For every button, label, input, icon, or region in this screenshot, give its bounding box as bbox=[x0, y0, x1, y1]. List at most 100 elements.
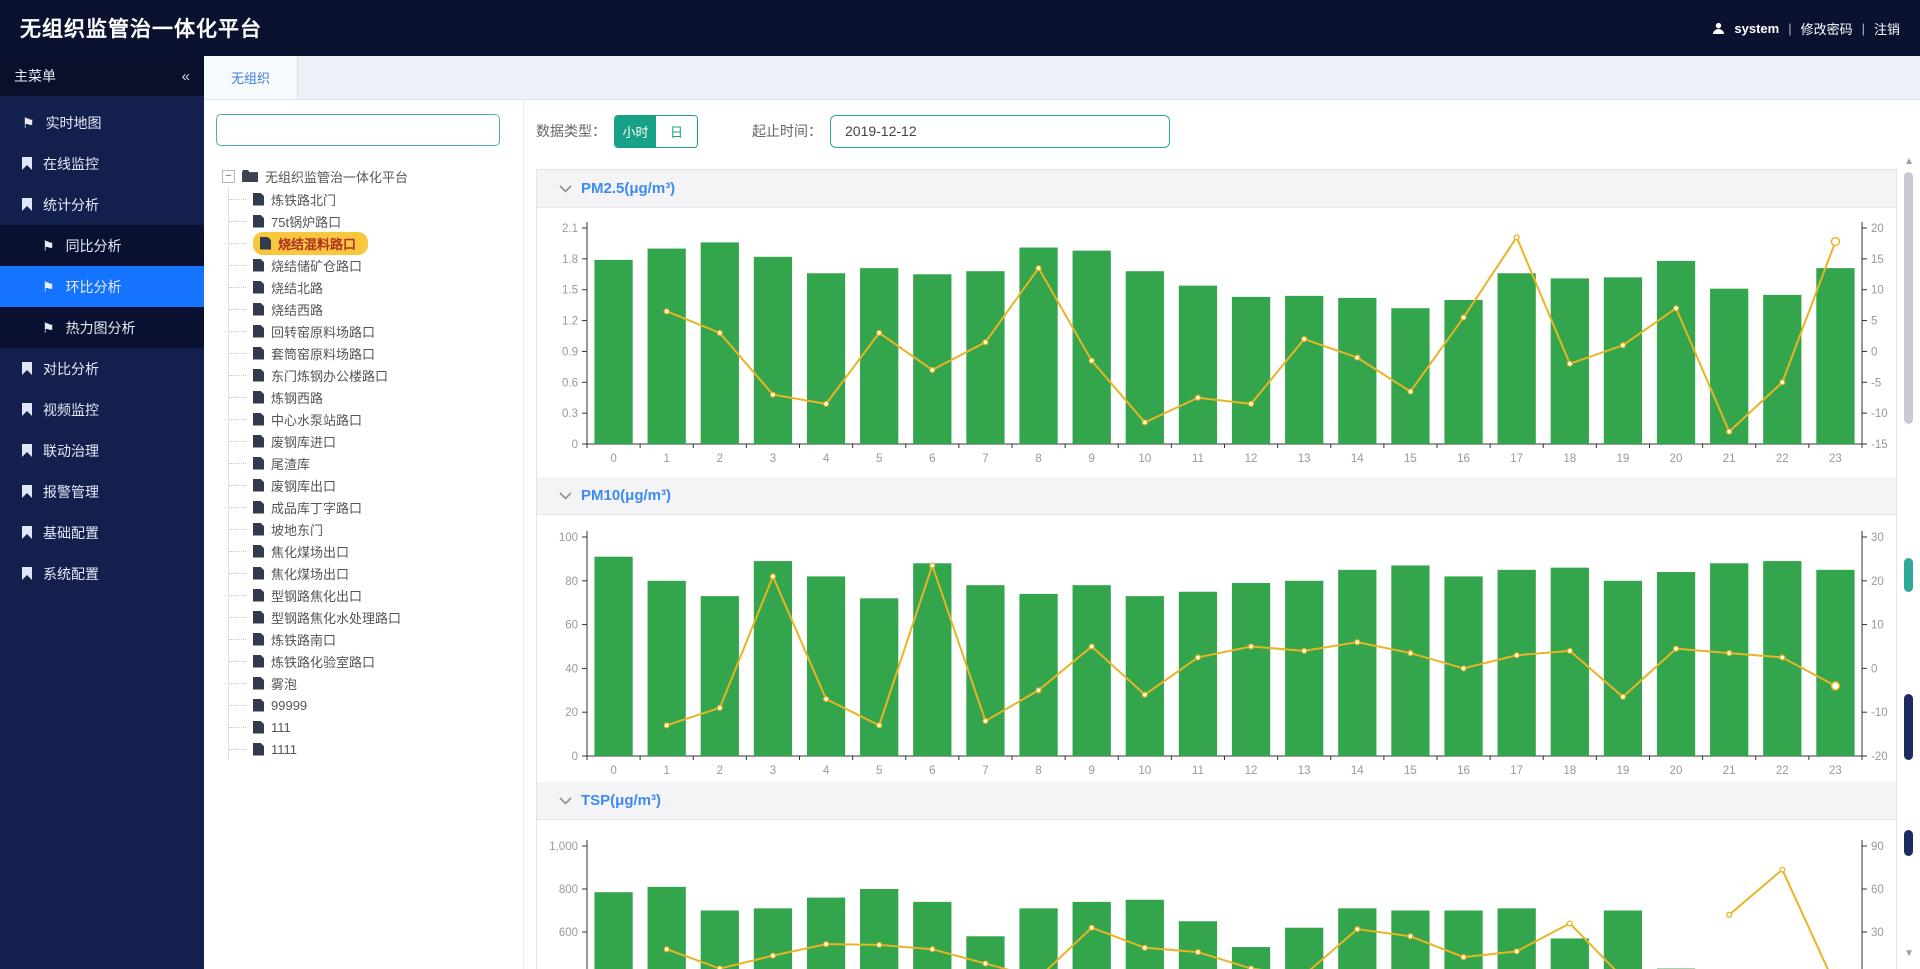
charts-card: PM2.5(μg/m³)2.11.81.51.20.90.60.30201510… bbox=[536, 169, 1897, 969]
chart-title: TSP(μg/m³) bbox=[581, 792, 661, 809]
tree-item-label: 中心水泵站路口 bbox=[271, 410, 362, 429]
tree-item[interactable]: 炼钢西路 bbox=[229, 386, 513, 408]
collapse-node-icon[interactable]: − bbox=[222, 170, 235, 183]
tree-item-selected[interactable]: 烧结混料路口 bbox=[229, 232, 513, 254]
scrollbar-thumb[interactable] bbox=[1904, 172, 1913, 424]
svg-text:13: 13 bbox=[1298, 453, 1311, 465]
svg-text:2: 2 bbox=[717, 765, 723, 777]
chevron-down-icon[interactable] bbox=[559, 792, 572, 810]
date-picker-input[interactable] bbox=[830, 115, 1170, 148]
tree-item[interactable]: 废钢库出口 bbox=[229, 474, 513, 496]
pin-icon bbox=[22, 198, 32, 211]
chart-title: PM10(μg/m³) bbox=[581, 487, 671, 504]
tree-item[interactable]: 回转窑原料场路口 bbox=[229, 320, 513, 342]
sidebar-item-label: 统计分析 bbox=[43, 195, 99, 215]
scroll-down-icon[interactable]: ▼ bbox=[1904, 948, 1914, 959]
tree-item-label: 成品库丁字路口 bbox=[271, 498, 362, 517]
svg-text:17: 17 bbox=[1510, 453, 1523, 465]
sidebar-item[interactable]: 统计分析 bbox=[0, 184, 204, 225]
scrollbar-thumb-navy[interactable] bbox=[1904, 830, 1913, 856]
svg-text:40: 40 bbox=[565, 663, 578, 675]
tree-item[interactable]: 烧结储矿仓路口 bbox=[229, 254, 513, 276]
svg-text:4: 4 bbox=[823, 765, 830, 777]
tree-item[interactable]: 99999 bbox=[229, 694, 513, 716]
tree-item[interactable]: 雾泡 bbox=[229, 672, 513, 694]
svg-text:0: 0 bbox=[1871, 663, 1877, 675]
username[interactable]: system bbox=[1734, 21, 1779, 36]
svg-text:0.3: 0.3 bbox=[562, 408, 578, 420]
sidebar-item[interactable]: 联动治理 bbox=[0, 430, 204, 471]
svg-text:7: 7 bbox=[982, 765, 988, 777]
svg-text:0: 0 bbox=[572, 751, 578, 763]
chart-plot: 2.11.81.51.20.90.60.3020151050-5-10-1501… bbox=[537, 208, 1896, 477]
tree-item-label: 套筒窑原料场路口 bbox=[271, 344, 375, 363]
tree-item[interactable]: 型钢路焦化水处理路口 bbox=[229, 606, 513, 628]
chart-svg: 1008060402003020100-10-20012345678910111… bbox=[537, 515, 1896, 782]
sidebar-item[interactable]: ⚑实时地图 bbox=[0, 102, 204, 143]
pin-icon bbox=[22, 526, 32, 539]
tree-item[interactable]: 型钢路焦化出口 bbox=[229, 584, 513, 606]
sidebar-item[interactable]: 视频监控 bbox=[0, 389, 204, 430]
tree-item[interactable]: 坡地东门 bbox=[229, 518, 513, 540]
sidebar-item[interactable]: 系统配置 bbox=[0, 553, 204, 594]
tree-item[interactable]: 焦化煤场出口 bbox=[229, 562, 513, 584]
folder-icon bbox=[242, 170, 258, 182]
tree-item[interactable]: 75t锅炉路口 bbox=[229, 210, 513, 232]
sidebar-item[interactable]: ⚑热力图分析 bbox=[0, 307, 204, 348]
file-icon bbox=[253, 281, 264, 294]
svg-text:20: 20 bbox=[1670, 453, 1683, 465]
data-type-toggle: 小时 日 bbox=[614, 115, 698, 148]
tree-item[interactable]: 炼铁路化验室路口 bbox=[229, 650, 513, 672]
tree-item[interactable]: 成品库丁字路口 bbox=[229, 496, 513, 518]
sidebar-item-label: 基础配置 bbox=[43, 523, 99, 543]
sidebar-item-active[interactable]: ⚑环比分析 bbox=[0, 266, 204, 307]
svg-text:10: 10 bbox=[1871, 285, 1884, 297]
sidebar-item-label: 联动治理 bbox=[43, 441, 99, 461]
tree-root[interactable]: − 无组织监管治一体化平台 bbox=[216, 164, 513, 188]
tree-item-label: 废钢库进口 bbox=[271, 432, 336, 451]
tab-wuzuzhi[interactable]: 无组织 bbox=[204, 56, 298, 99]
svg-text:19: 19 bbox=[1617, 453, 1630, 465]
tree-item[interactable]: 焦化煤场出口 bbox=[229, 540, 513, 562]
charts-area: 数据类型： 小时 日 起止时间： PM2.5(μg/m³)2.11.81.51.… bbox=[524, 100, 1920, 969]
sidebar-item[interactable]: 基础配置 bbox=[0, 512, 204, 553]
sidebar-item[interactable]: 对比分析 bbox=[0, 348, 204, 389]
tree-item[interactable]: 烧结西路 bbox=[229, 298, 513, 320]
change-password-link[interactable]: 修改密码 bbox=[1801, 19, 1853, 38]
search-input[interactable] bbox=[216, 114, 500, 146]
sidebar-item[interactable]: 在线监控 bbox=[0, 143, 204, 184]
sidebar-item[interactable]: ⚑同比分析 bbox=[0, 225, 204, 266]
svg-text:16: 16 bbox=[1457, 765, 1470, 777]
chart-svg: 1,00080060040020009060300-30-60012345678… bbox=[537, 820, 1896, 969]
tree-item[interactable]: 东门炼钢办公楼路口 bbox=[229, 364, 513, 386]
svg-text:10: 10 bbox=[1138, 453, 1151, 465]
hour-toggle-button[interactable]: 小时 bbox=[615, 116, 656, 147]
tree-item[interactable]: 1111 bbox=[229, 738, 513, 760]
scroll-up-icon[interactable]: ▲ bbox=[1904, 156, 1914, 167]
file-icon bbox=[253, 589, 264, 602]
file-icon bbox=[253, 633, 264, 646]
scrollbar-thumb-teal[interactable] bbox=[1904, 558, 1913, 592]
svg-text:100: 100 bbox=[559, 532, 578, 544]
chevron-down-icon[interactable] bbox=[559, 180, 572, 198]
chevron-down-icon[interactable] bbox=[559, 487, 572, 505]
tree-item[interactable]: 尾渣库 bbox=[229, 452, 513, 474]
data-type-label: 数据类型： bbox=[536, 121, 606, 141]
tree-item[interactable]: 废钢库进口 bbox=[229, 430, 513, 452]
tree-item[interactable]: 烧结北路 bbox=[229, 276, 513, 298]
sidebar-item[interactable]: 报警管理 bbox=[0, 471, 204, 512]
svg-text:10: 10 bbox=[1871, 620, 1884, 632]
tree-item[interactable]: 炼铁路北门 bbox=[229, 188, 513, 210]
collapse-sidebar-icon[interactable]: « bbox=[182, 68, 190, 85]
svg-text:12: 12 bbox=[1245, 765, 1258, 777]
separator: | bbox=[1862, 21, 1865, 36]
logout-link[interactable]: 注销 bbox=[1874, 19, 1900, 38]
svg-text:3: 3 bbox=[770, 453, 776, 465]
day-toggle-button[interactable]: 日 bbox=[656, 116, 697, 147]
scrollbar-thumb-navy[interactable] bbox=[1904, 694, 1913, 760]
tree-item[interactable]: 套筒窑原料场路口 bbox=[229, 342, 513, 364]
tree-item[interactable]: 炼铁路南口 bbox=[229, 628, 513, 650]
svg-text:-10: -10 bbox=[1871, 408, 1888, 420]
tree-item[interactable]: 111 bbox=[229, 716, 513, 738]
tree-item[interactable]: 中心水泵站路口 bbox=[229, 408, 513, 430]
